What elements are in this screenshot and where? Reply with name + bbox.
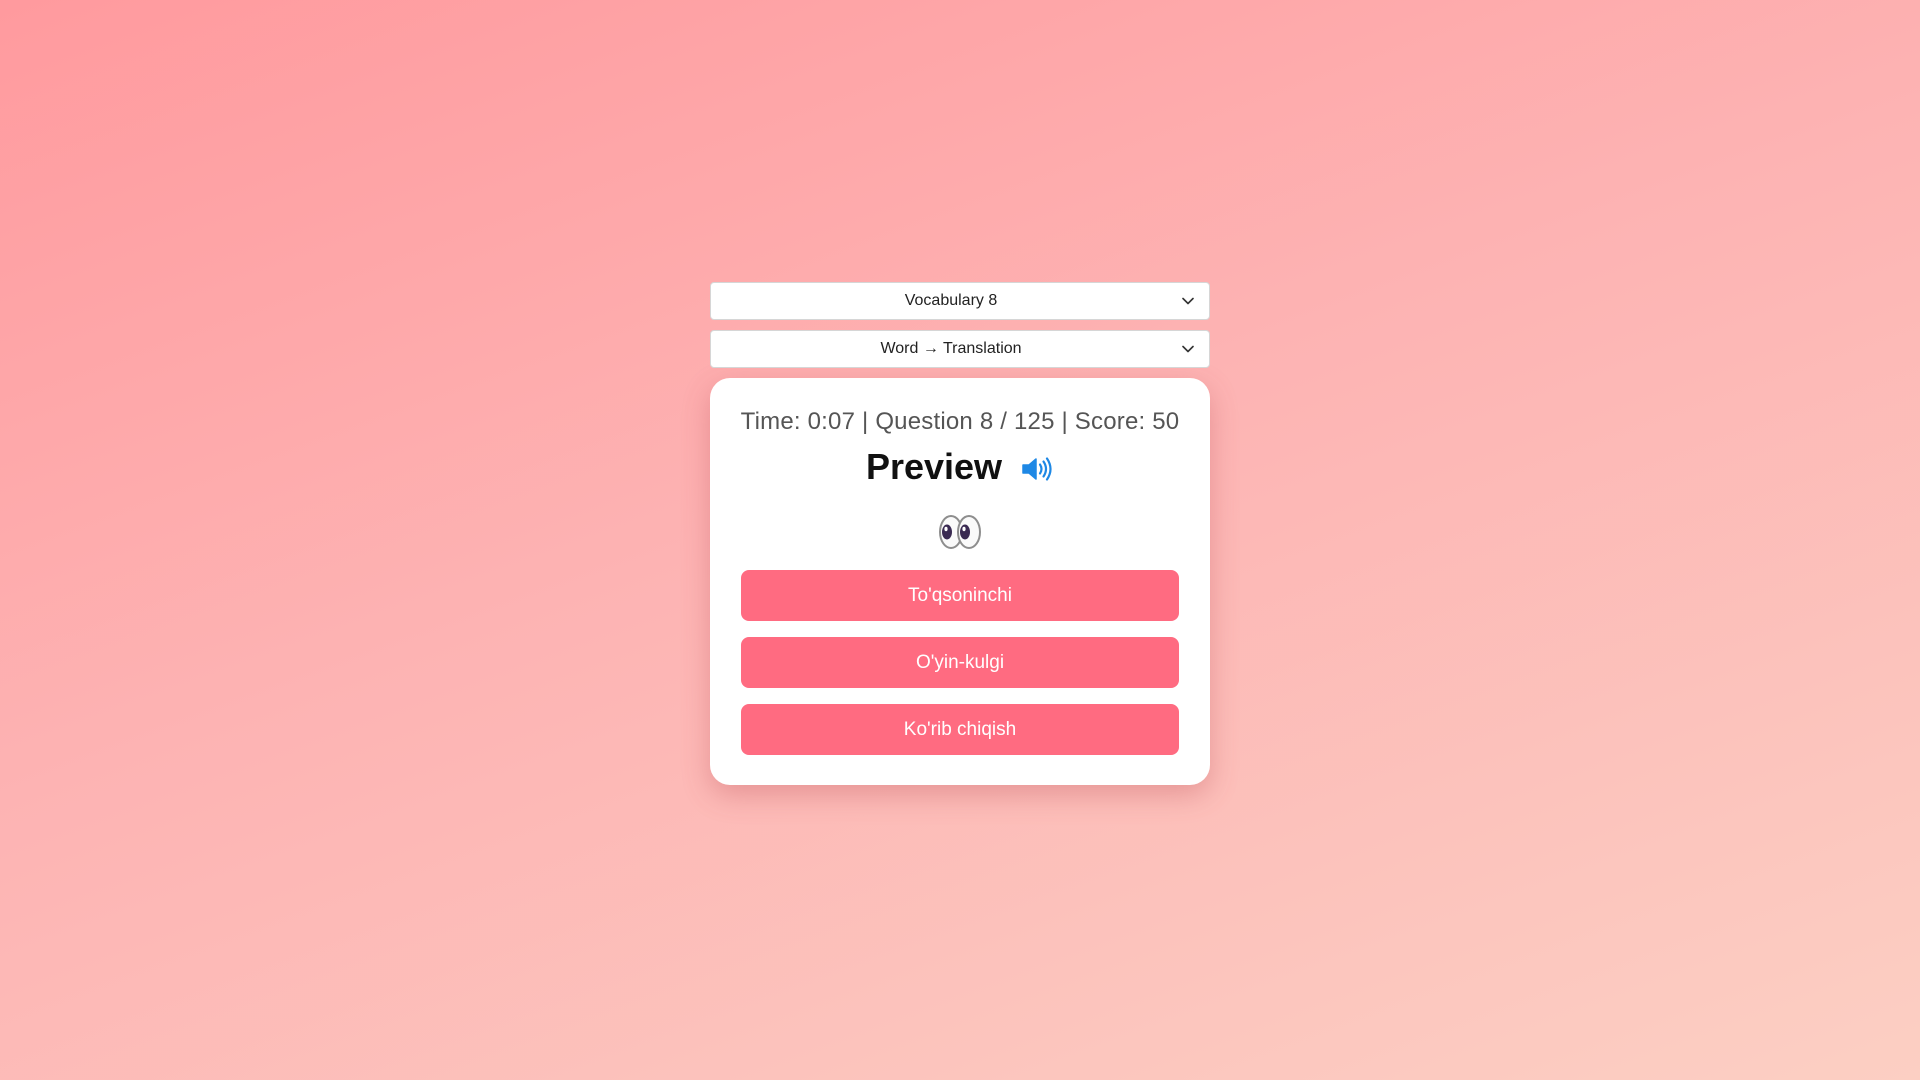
eyes-icon xyxy=(740,510,1180,554)
chevron-down-icon xyxy=(1181,342,1195,356)
mode-select[interactable]: Word → Translation xyxy=(710,330,1210,368)
vocabulary-select-value: Vocabulary 8 xyxy=(904,292,998,309)
mode-select-value: Word → Translation xyxy=(880,340,1022,357)
quiz-app: Vocabulary 8 Word → Translation Time: 0:… xyxy=(710,282,1210,785)
answer-options: To'qsoninchi O'yin-kulgi Ko'rib chiqish xyxy=(740,570,1180,755)
chevron-down-icon xyxy=(1181,294,1195,308)
question-word-row: Preview xyxy=(740,446,1180,488)
answer-button[interactable]: O'yin-kulgi xyxy=(741,637,1179,688)
quiz-status: Time: 0:07 | Question 8 / 125 | Score: 5… xyxy=(740,408,1180,435)
quiz-card: Time: 0:07 | Question 8 / 125 | Score: 5… xyxy=(710,378,1210,785)
answer-button[interactable]: Ko'rib chiqish xyxy=(741,704,1179,755)
question-word: Preview xyxy=(865,446,1003,487)
speaker-icon[interactable] xyxy=(1020,454,1054,484)
answer-button[interactable]: To'qsoninchi xyxy=(741,570,1179,621)
vocabulary-select[interactable]: Vocabulary 8 xyxy=(710,282,1210,320)
